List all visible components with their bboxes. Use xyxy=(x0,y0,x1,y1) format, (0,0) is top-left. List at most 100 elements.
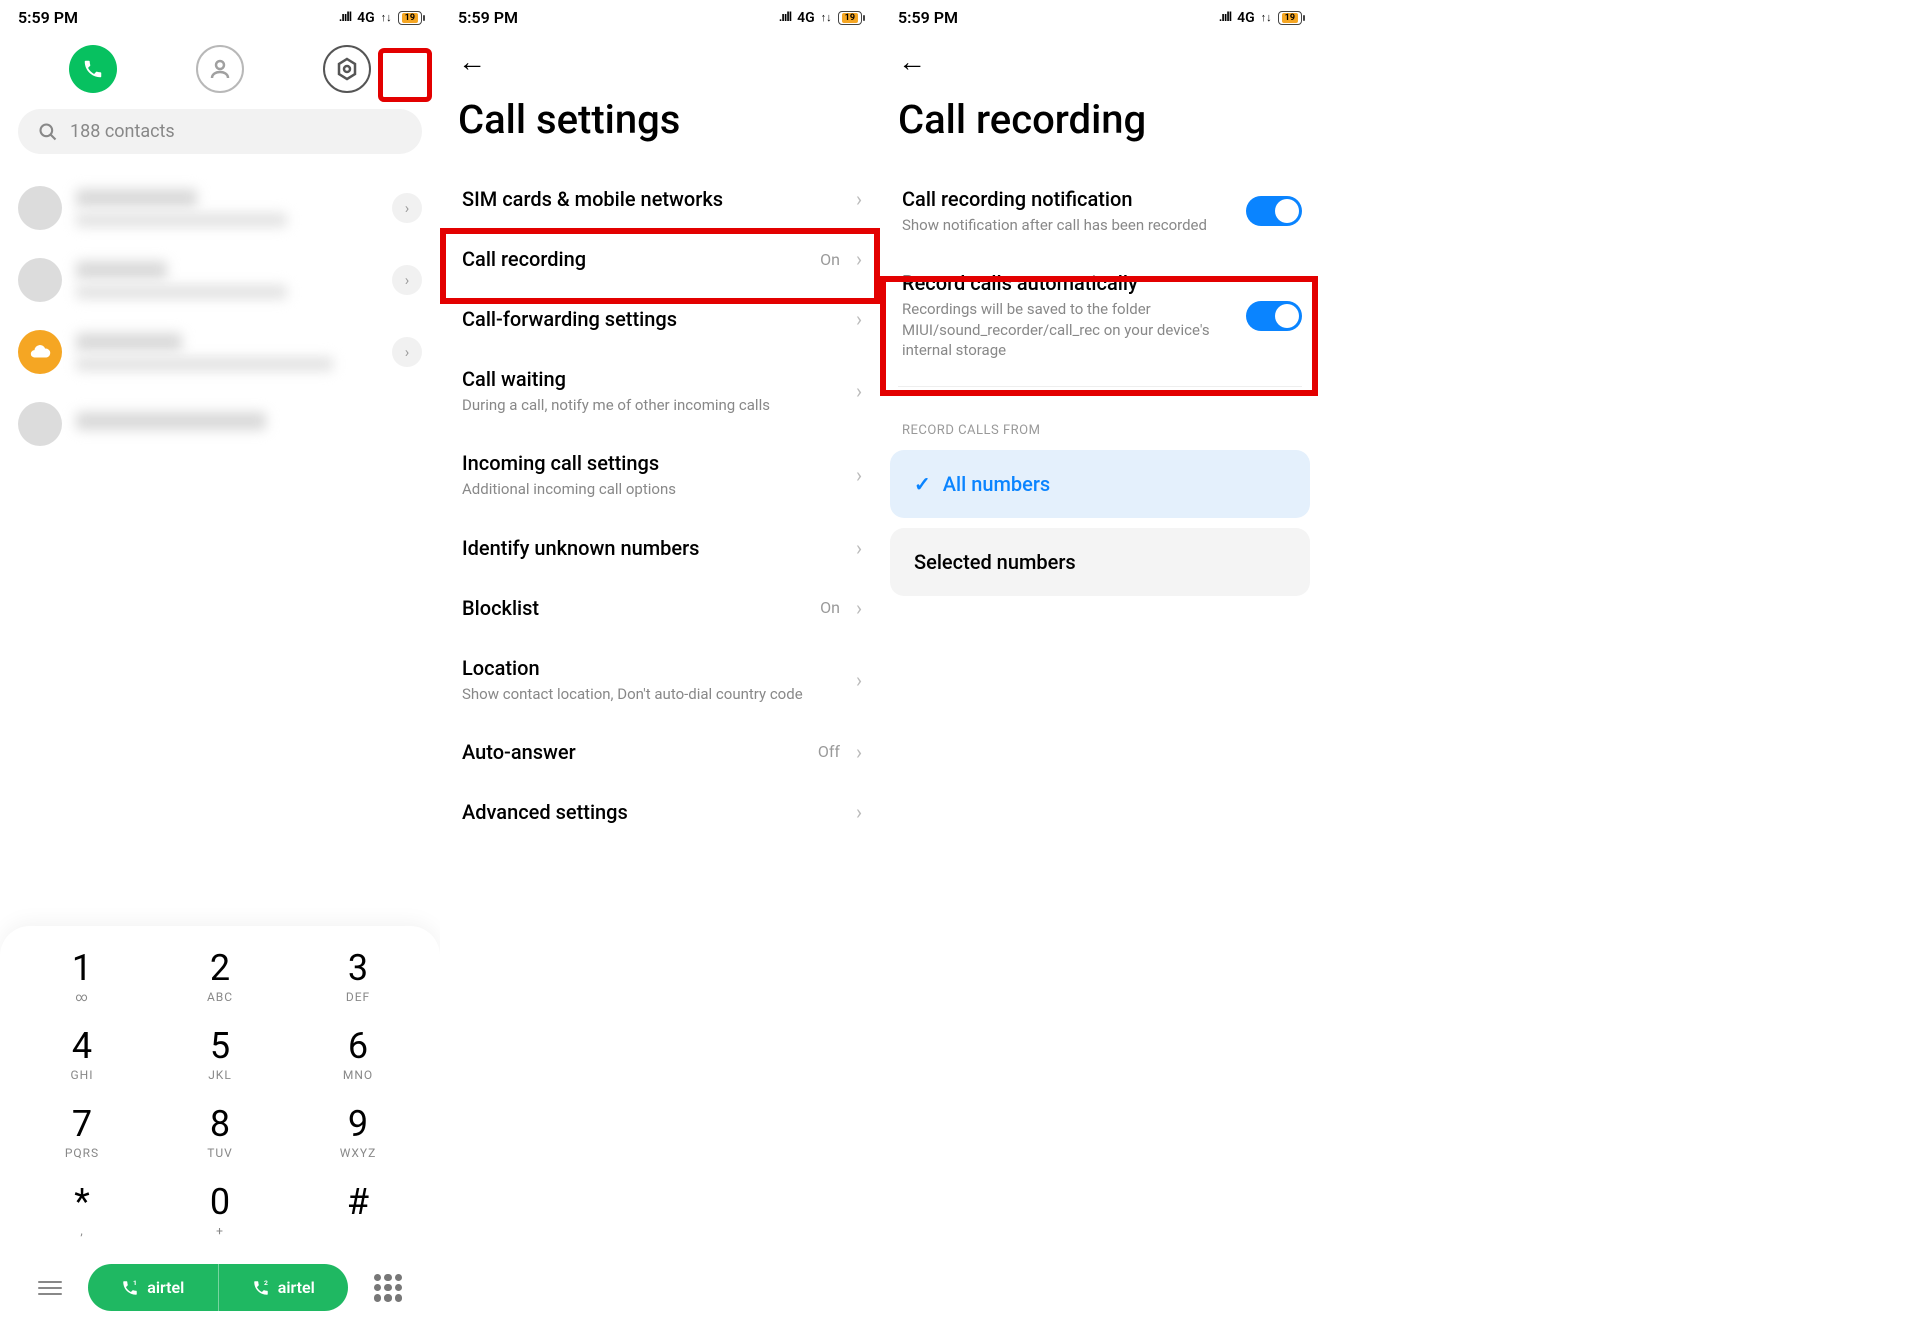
setting-desc: Show contact location, Don't auto-dial c… xyxy=(462,684,844,704)
dial-key-5[interactable]: 5JKL xyxy=(176,1028,264,1082)
call-sim2-button[interactable]: 2 airtel xyxy=(218,1264,349,1311)
setting-row[interactable]: Call-forwarding settings › xyxy=(440,289,880,349)
signal-icon: .ııll xyxy=(779,10,791,25)
chevron-right-icon: › xyxy=(856,740,862,764)
chevron-right-icon: › xyxy=(856,379,862,403)
dial-key-3[interactable]: 3DEF xyxy=(314,950,402,1004)
call-buttons: 1 airtel 2 airtel xyxy=(88,1264,348,1311)
setting-row[interactable]: Identify unknown numbers › xyxy=(440,518,880,578)
avatar xyxy=(18,402,62,446)
toggle-title: Record calls automatically xyxy=(902,271,1234,295)
back-button[interactable]: ← xyxy=(898,45,926,78)
setting-row[interactable]: Call waiting During a call, notify me of… xyxy=(440,349,880,433)
setting-row[interactable]: Location Show contact location, Don't au… xyxy=(440,638,880,722)
record-from-option[interactable]: Selected numbers xyxy=(890,528,1310,596)
toggle-switch[interactable] xyxy=(1246,301,1302,331)
network-type: 4G xyxy=(797,10,815,26)
section-header: RECORD CALLS FROM xyxy=(880,395,1320,450)
menu-icon[interactable] xyxy=(38,1281,62,1295)
upload-download-icon: ↑↓ xyxy=(381,11,392,24)
phone-icon xyxy=(82,58,104,80)
contact-detail-button[interactable]: › xyxy=(392,337,422,367)
setting-title: Call waiting xyxy=(462,367,844,391)
setting-row[interactable]: Advanced settings › xyxy=(440,782,880,842)
signal-icon: .ııll xyxy=(339,10,351,25)
battery-icon: 19 xyxy=(398,11,422,25)
chevron-right-icon: › xyxy=(856,596,862,620)
contact-row[interactable] xyxy=(18,388,422,460)
avatar xyxy=(18,258,62,302)
setting-title: Location xyxy=(462,656,844,680)
status-bar: 5:59 PM .ııll 4G ↑↓ 19 xyxy=(880,0,1320,31)
record-from-option[interactable]: ✓All numbers xyxy=(890,450,1310,518)
top-tabs xyxy=(0,31,440,109)
status-bar: 5:59 PM .ııll 4G ↑↓ 19 xyxy=(0,0,440,31)
dial-key-7[interactable]: 7PQRS xyxy=(38,1106,126,1160)
toggle-desc: Show notification after call has been re… xyxy=(902,215,1234,235)
setting-row[interactable]: Auto-answer Off › xyxy=(440,722,880,782)
highlight-settings-icon xyxy=(378,48,432,102)
dial-key-#[interactable]: # xyxy=(314,1184,402,1238)
status-time: 5:59 PM xyxy=(18,8,78,27)
dial-key-0[interactable]: 0+ xyxy=(176,1184,264,1238)
dial-key-6[interactable]: 6MNO xyxy=(314,1028,402,1082)
chevron-right-icon: › xyxy=(856,307,862,331)
dial-key-*[interactable]: *, xyxy=(38,1184,126,1238)
dial-key-9[interactable]: 9WXYZ xyxy=(314,1106,402,1160)
setting-row[interactable]: Call recording On › xyxy=(440,229,880,289)
battery-icon: 19 xyxy=(1278,11,1302,25)
svg-text:1: 1 xyxy=(133,1279,137,1287)
setting-title: SIM cards & mobile networks xyxy=(462,187,844,211)
chevron-right-icon: › xyxy=(856,668,862,692)
dialpad-toggle-icon[interactable] xyxy=(374,1274,402,1302)
contact-detail-button[interactable]: › xyxy=(392,193,422,223)
contact-row[interactable]: › xyxy=(18,244,422,316)
avatar xyxy=(18,186,62,230)
option-label: Selected numbers xyxy=(914,550,1076,574)
setting-title: Auto-answer xyxy=(462,740,806,764)
status-time: 5:59 PM xyxy=(458,8,518,27)
page-title: Call settings xyxy=(440,84,880,169)
cloud-icon xyxy=(29,341,51,363)
page-title: Call recording xyxy=(880,84,1320,169)
divider xyxy=(898,386,1302,387)
setting-row[interactable]: Incoming call settings Additional incomi… xyxy=(440,433,880,517)
toggle-switch[interactable] xyxy=(1246,196,1302,226)
person-icon xyxy=(208,57,232,81)
contact-row[interactable]: › xyxy=(18,172,422,244)
chevron-right-icon: › xyxy=(856,247,862,271)
chevron-right-icon: › xyxy=(856,463,862,487)
setting-row[interactable]: Blocklist On › xyxy=(440,578,880,638)
tab-contacts[interactable] xyxy=(196,45,244,93)
tab-recent-calls[interactable] xyxy=(69,45,117,93)
setting-value: On xyxy=(820,598,840,617)
sim2-label: airtel xyxy=(278,1278,315,1297)
chevron-right-icon: › xyxy=(856,800,862,824)
setting-row[interactable]: SIM cards & mobile networks › xyxy=(440,169,880,229)
settings-list: SIM cards & mobile networks › Call recor… xyxy=(440,169,880,842)
contact-row[interactable]: › xyxy=(18,316,422,388)
dial-key-2[interactable]: 2ABC xyxy=(176,950,264,1004)
screen-call-recording: 5:59 PM .ııll 4G ↑↓ 19 ← Call recording … xyxy=(880,0,1320,1331)
toggle-row: Record calls automatically Recordings wi… xyxy=(880,253,1320,378)
upload-download-icon: ↑↓ xyxy=(1261,11,1272,24)
setting-title: Identify unknown numbers xyxy=(462,536,844,560)
option-label: All numbers xyxy=(943,472,1050,496)
phone-sim1-icon: 1 xyxy=(121,1279,139,1297)
setting-desc: Additional incoming call options xyxy=(462,479,844,499)
setting-title: Call-forwarding settings xyxy=(462,307,844,331)
screen-dialer: 5:59 PM .ııll 4G ↑↓ 19 188 contacts xyxy=(0,0,440,1331)
setting-title: Incoming call settings xyxy=(462,451,844,475)
dial-key-4[interactable]: 4GHI xyxy=(38,1028,126,1082)
back-button[interactable]: ← xyxy=(458,45,486,78)
contact-detail-button[interactable]: › xyxy=(392,265,422,295)
dial-key-8[interactable]: 8TUV xyxy=(176,1106,264,1160)
toggle-desc: Recordings will be saved to the folder M… xyxy=(902,299,1234,360)
phone-sim2-icon: 2 xyxy=(252,1279,270,1297)
screen-call-settings: 5:59 PM .ııll 4G ↑↓ 19 ← Call settings S… xyxy=(440,0,880,1331)
search-input[interactable]: 188 contacts xyxy=(18,109,422,154)
call-sim1-button[interactable]: 1 airtel xyxy=(88,1264,218,1311)
contacts-list[interactable]: › › › xyxy=(0,172,440,460)
dial-key-1[interactable]: 1∞ xyxy=(38,950,126,1004)
tab-settings[interactable] xyxy=(323,45,371,93)
